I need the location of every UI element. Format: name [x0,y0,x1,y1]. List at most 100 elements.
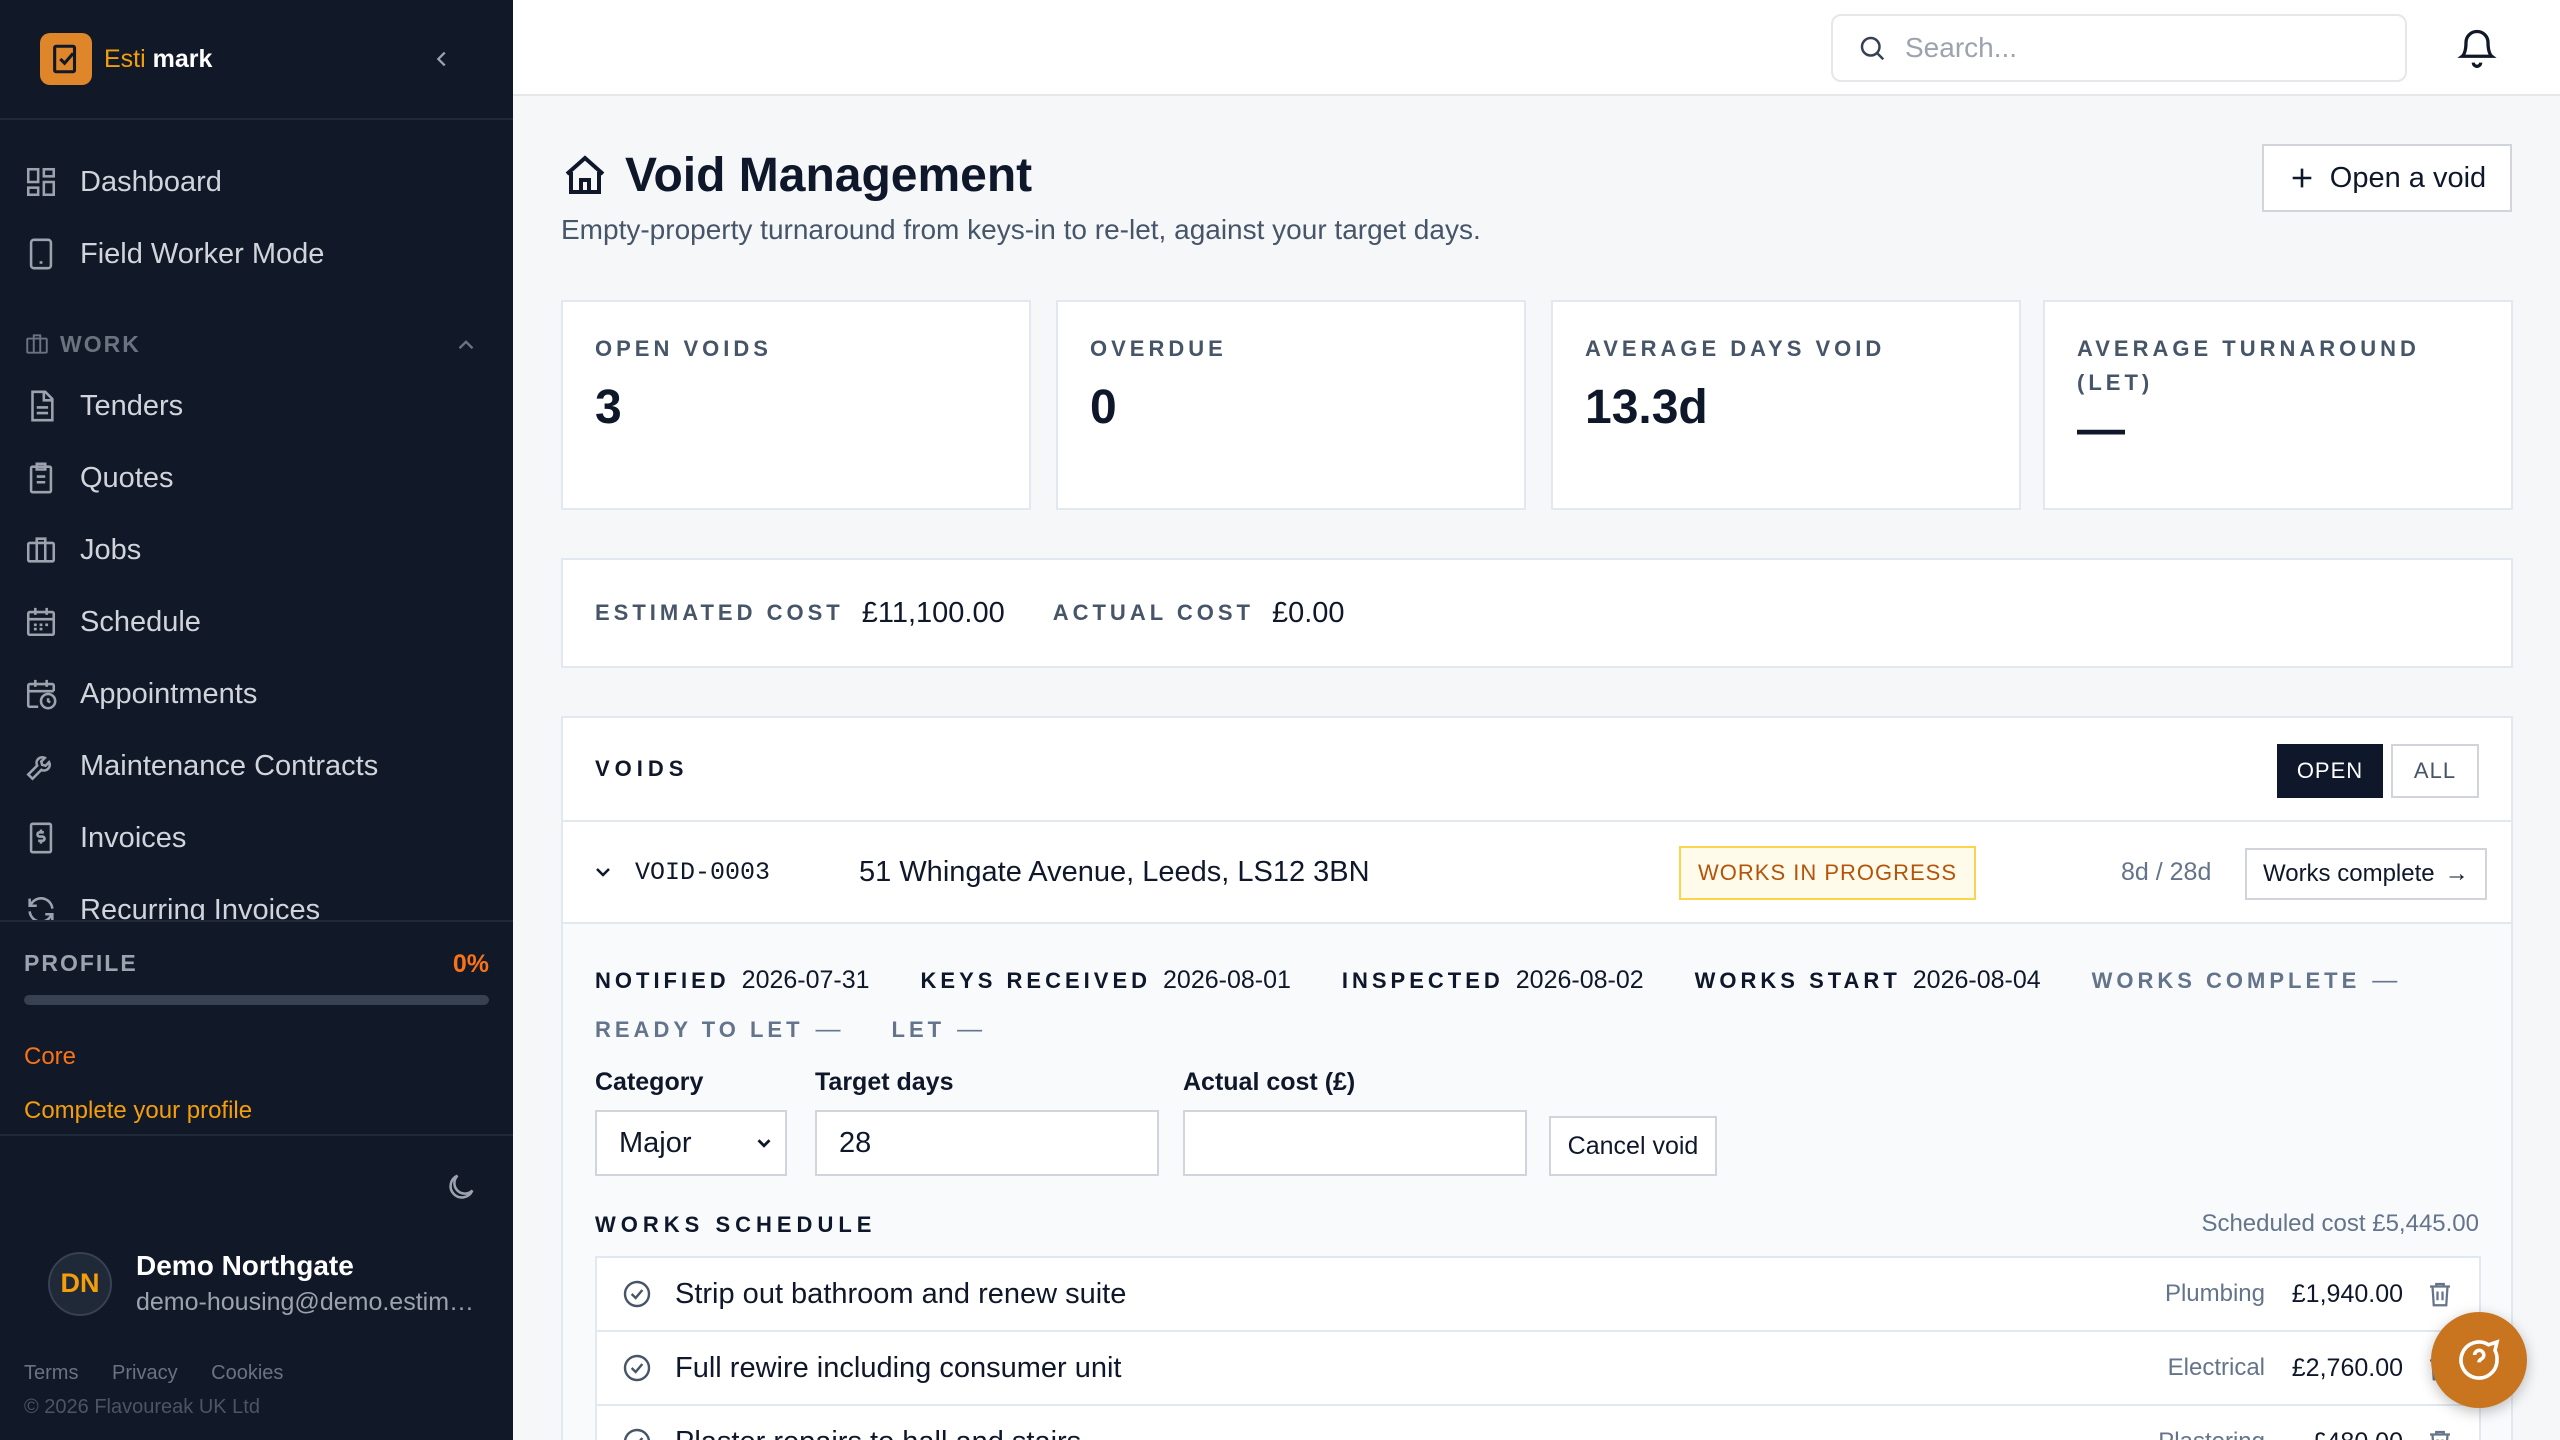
cost-summary: ESTIMATED COST £11,100.00 ACTUAL COST £0… [561,558,2513,668]
works-complete-label: Works complete [2263,860,2435,887]
voids-header: VOIDS OPEN ALL [563,718,2511,822]
trash-icon[interactable] [2425,1279,2455,1309]
footer-links: Terms Privacy Cookies [24,1362,311,1385]
arrow-right-icon: → [2444,860,2469,887]
works-complete-button[interactable]: Works complete → [2245,848,2487,900]
voids-filter: OPEN ALL [2277,744,2479,798]
complete-profile-link[interactable]: Complete your profile [24,1097,489,1125]
sidebar-item-label: Dashboard [80,165,222,198]
scheduled-cost: Scheduled cost £5,445.00 [2201,1210,2479,1237]
stat-label: OPEN VOIDS [595,336,772,361]
sidebar-section-work[interactable]: WORK [0,318,513,370]
sidebar-item-field-worker-mode[interactable]: Field Worker Mode [0,218,513,290]
cancel-void-button[interactable]: Cancel void [1549,1116,1717,1176]
check-circle-icon[interactable] [621,1426,653,1440]
date-works-start: WORKS START 2026-08-04 [1695,956,2041,1005]
plus-icon [2292,168,2312,188]
void-days: 8d / 28d [2121,857,2212,886]
void-row[interactable]: VOID-0003 51 Whingate Avenue, Leeds, LS1… [563,822,2511,924]
brand-name-part1: Esti [104,44,146,73]
help-chat-button[interactable] [2431,1312,2527,1408]
profile-tier: Core [24,1043,77,1070]
theme-toggle-button[interactable] [444,1170,478,1204]
filter-all-button[interactable]: ALL [2391,744,2479,798]
sidebar-item-label: Schedule [80,605,201,638]
open-void-button[interactable]: Open a void [2262,144,2512,212]
filter-open-button[interactable]: OPEN [2277,744,2383,798]
sidebar-item-dashboard[interactable]: Dashboard [0,146,513,218]
calendar-clock-icon [26,679,57,710]
sidebar-item-appointments[interactable]: Appointments [0,658,513,730]
search-input[interactable] [1905,32,2385,64]
date-value: — [957,1015,983,1043]
chevron-left-icon [436,51,446,67]
date-value: 2026-07-31 [741,966,870,994]
trash-icon[interactable] [2425,1427,2455,1440]
stat-label: AVERAGE DAYS VOID [1585,336,1886,361]
date-let: LET — [892,1005,983,1054]
user-name: Demo Northgate [136,1250,354,1281]
briefcase-icon [26,537,56,563]
date-value: — [2372,966,2398,994]
notifications-button[interactable] [2455,26,2499,70]
clipboard-icon [29,462,53,494]
task-amount: £480.00 [2313,1428,2403,1440]
status-badge: WORKS IN PROGRESS [1679,846,1977,900]
profile-progress-bar [24,995,489,1005]
date-label: READY TO LET [595,1017,804,1042]
bell-icon [2457,29,2497,68]
page-header: Void Management [561,148,1032,203]
sidebar-item-quotes[interactable]: Quotes [0,442,513,514]
cookies-link[interactable]: Cookies [211,1362,283,1384]
check-circle-icon[interactable] [621,1278,653,1310]
collapse-sidebar-button[interactable] [427,44,457,74]
sidebar-item-label: Quotes [80,461,174,494]
sidebar-item-tenders[interactable]: Tenders [0,370,513,442]
category-value: Major [619,1126,692,1159]
brand-name[interactable]: Esti mark [104,45,212,74]
stat-card-average-days-void: AVERAGE DAYS VOID 13.3d [1551,300,2021,510]
list-item: Strip out bathroom and renew suite Plumb… [597,1258,2479,1332]
voids-panel: VOIDS OPEN ALL VOID-0003 51 Whingate Ave… [561,716,2513,1440]
sidebar-section-label: WORK [60,330,141,357]
tablet-icon [29,238,53,270]
terms-link[interactable]: Terms [24,1362,78,1384]
date-label: KEYS RECEIVED [920,968,1152,993]
sidebar-item-label: Maintenance Contracts [80,749,379,782]
sidebar-item-jobs[interactable]: Jobs [0,514,513,586]
sidebar-item-schedule[interactable]: Schedule [0,586,513,658]
calendar-icon [26,607,56,637]
sidebar-item-maintenance-contracts[interactable]: Maintenance Contracts [0,730,513,802]
date-value: 2026-08-01 [1163,966,1291,994]
sidebar-header: Esti mark [0,0,513,120]
task-category: Plumbing [2164,1280,2265,1307]
logo-icon[interactable] [40,33,92,85]
task-amount: £1,940.00 [2291,1279,2403,1308]
estimated-cost-value: £11,100.00 [861,596,1005,629]
target-days-input[interactable]: 28 [815,1110,1159,1176]
task-name: Strip out bathroom and renew suite [675,1277,1127,1310]
privacy-link[interactable]: Privacy [112,1362,178,1384]
works-schedule-list: Strip out bathroom and renew suite Plumb… [595,1256,2481,1440]
estimated-cost-label: ESTIMATED COST [595,600,844,625]
stat-card-average-turnaround: AVERAGE TURNAROUND (LET) — [2043,300,2513,510]
home-icon [565,154,605,194]
sidebar-item-recurring-invoices[interactable]: Recurring Invoices [0,874,513,920]
sidebar-item-label: Recurring Invoices [80,893,321,921]
profile-label: PROFILE [24,950,138,976]
date-label: WORKS START [1694,968,1901,993]
chevron-down-icon[interactable] [591,860,615,884]
user-menu[interactable]: DN Demo Northgate demo-housing@demo.esti… [48,1250,476,1317]
copyright: © 2026 Flavoureak UK Ltd [24,1396,260,1418]
actual-cost-input[interactable] [1183,1110,1527,1176]
sidebar-item-label: Invoices [80,821,187,854]
category-select[interactable]: Major [595,1110,787,1176]
works-schedule-title: WORKS SCHEDULE [595,1212,877,1237]
sidebar-nav: Dashboard Field Worker Mode WORK Tenders… [0,146,513,920]
search-icon [1860,36,1885,61]
search-box[interactable] [1831,14,2407,82]
stat-card-overdue: OVERDUE 0 [1056,300,1526,510]
sidebar-item-invoices[interactable]: Invoices [0,802,513,874]
wrench-icon [26,756,51,781]
check-circle-icon[interactable] [621,1352,653,1384]
